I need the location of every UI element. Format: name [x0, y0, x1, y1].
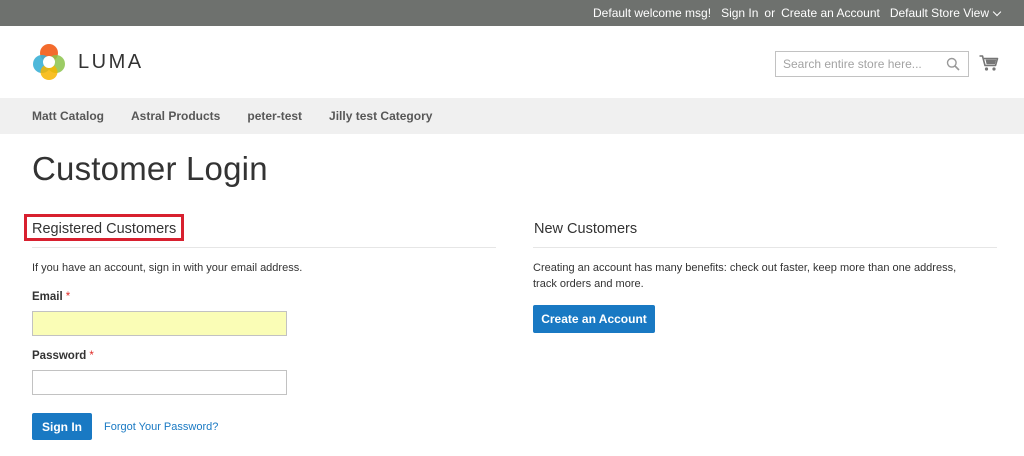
- password-label: Password *: [32, 350, 496, 362]
- nav-item-peter-test[interactable]: peter-test: [247, 109, 302, 123]
- nav-item-astral-products[interactable]: Astral Products: [131, 109, 220, 123]
- create-account-button[interactable]: Create an Account: [533, 305, 655, 333]
- welcome-message: Default welcome msg!: [593, 6, 712, 20]
- logo-text: LUMA: [78, 50, 144, 73]
- logo[interactable]: LUMA: [32, 43, 144, 81]
- chevron-down-icon: [992, 7, 1002, 16]
- search-input[interactable]: [776, 52, 936, 76]
- login-actions: Sign In Forgot Your Password?: [32, 413, 496, 440]
- login-note: If you have an account, sign in with you…: [32, 262, 303, 274]
- required-mark: *: [89, 350, 94, 362]
- cart-icon[interactable]: [979, 54, 999, 72]
- email-field[interactable]: [32, 311, 287, 336]
- required-mark: *: [65, 291, 71, 303]
- nav-item-jilly-test-category[interactable]: Jilly test Category: [329, 109, 432, 123]
- registered-customers-title: Registered Customers: [32, 221, 177, 237]
- new-customers-note: Creating an account has many benefits: c…: [533, 262, 957, 290]
- forgot-password-link[interactable]: Forgot Your Password?: [104, 421, 218, 433]
- store-view-label: Default Store View: [889, 6, 989, 20]
- new-customers-block: New Customers Creating an account has ma…: [533, 213, 997, 333]
- page-header: LUMA: [0, 26, 1024, 98]
- header-links: Default welcome msg! Sign In or Create a…: [583, 0, 1002, 26]
- nav-item-matt-catalog[interactable]: Matt Catalog: [32, 109, 104, 123]
- sign-in-link[interactable]: Sign In: [721, 6, 758, 20]
- sign-in-button[interactable]: Sign In: [32, 413, 92, 440]
- registered-customers-heading: Registered Customers: [24, 213, 496, 248]
- store-view-switcher[interactable]: Default Store View: [889, 6, 1002, 20]
- new-customers-title: New Customers: [534, 221, 638, 237]
- new-customers-heading: New Customers: [533, 213, 997, 248]
- search-box: [775, 51, 969, 77]
- search-icon[interactable]: [946, 57, 960, 71]
- email-label: Email *: [32, 291, 496, 303]
- main-navigation: Matt Catalog Astral Products peter-test …: [0, 98, 1024, 134]
- page-title: Customer Login: [32, 150, 268, 187]
- registered-customers-block: Registered Customers If you have an acco…: [24, 213, 496, 440]
- password-field[interactable]: [32, 370, 287, 395]
- luma-logo-icon: [33, 44, 65, 80]
- create-account-link[interactable]: Create an Account: [781, 6, 880, 20]
- top-bar: Default welcome msg! Sign In or Create a…: [0, 0, 1024, 26]
- email-label-text: Email: [32, 291, 63, 303]
- or-text: or: [764, 6, 776, 20]
- password-label-text: Password: [32, 350, 87, 362]
